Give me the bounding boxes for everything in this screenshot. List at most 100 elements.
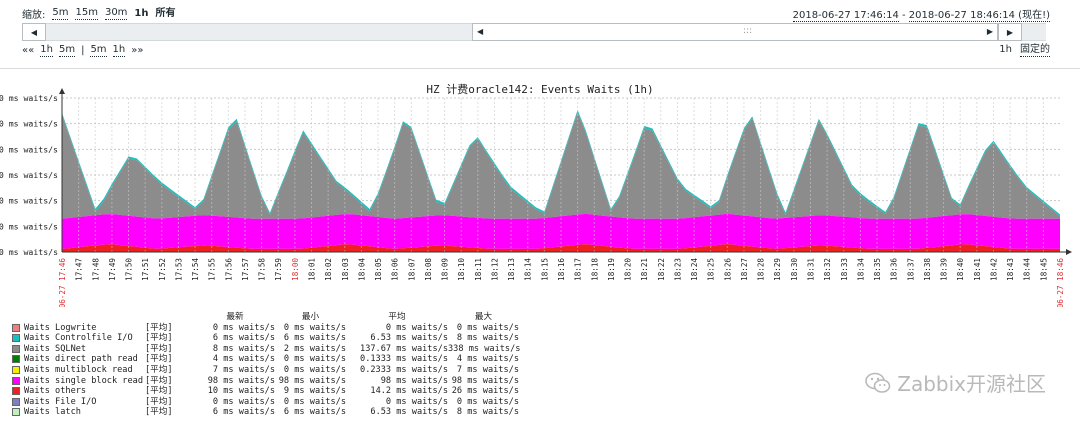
zoom-30m-link[interactable]: 30m bbox=[104, 7, 128, 20]
x-tick-label: 18:41 bbox=[973, 258, 982, 281]
y-tick-label: 00 ms waits/s bbox=[0, 196, 58, 206]
y-tick-label: 00 ms waits/s bbox=[0, 170, 58, 180]
step-separator: | bbox=[81, 45, 85, 56]
x-tick-label: 18:18 bbox=[590, 258, 599, 281]
period-step-links: «« 1h 5m | 5m 1h »» bbox=[22, 44, 144, 57]
legend-item-name: Waits Logwrite bbox=[24, 322, 97, 333]
legend-item-avg: 137.67 ms waits/s bbox=[360, 343, 448, 354]
legend-color-swatch bbox=[12, 323, 20, 332]
legend-header-row: 最新 最小 平均 最大 bbox=[12, 312, 519, 323]
scroll-right-button[interactable]: ▶ bbox=[998, 23, 1022, 41]
x-axis-arrow-icon bbox=[1066, 249, 1072, 255]
timeline-scrollbar-thumb[interactable]: ◀ ::: ▶ bbox=[472, 23, 998, 41]
x-tick-label: 18:04 bbox=[357, 258, 366, 281]
fixed-period-link[interactable]: 固定的 bbox=[1020, 44, 1050, 57]
x-tick-label: 18:34 bbox=[856, 258, 865, 281]
legend-item-min: 98 ms waits/s bbox=[278, 375, 346, 386]
legend-item-avg: 6.53 ms waits/s bbox=[370, 407, 448, 418]
legend-item-function: [平均] bbox=[145, 333, 173, 344]
legend-item-function: [平均] bbox=[145, 364, 173, 375]
legend-header-last: 最新 bbox=[226, 312, 244, 322]
legend-header-avg: 平均 bbox=[388, 312, 406, 322]
period-range: 2018-06-27 17:46:14 - 2018-06-27 18:46:1… bbox=[792, 6, 1050, 22]
x-tick-label: 18:17 bbox=[574, 258, 583, 281]
x-tick-label: 18:11 bbox=[474, 258, 483, 281]
triangle-right-icon: ▶ bbox=[1006, 27, 1014, 37]
legend-color-swatch bbox=[12, 334, 20, 343]
zoom-1h-link[interactable]: 1h bbox=[134, 8, 148, 20]
legend-item-avg: 0.1333 ms waits/s bbox=[360, 354, 448, 365]
thumb-left-handle-icon[interactable]: ◀ bbox=[477, 27, 483, 36]
chart-svg: 0 ms waits/s 00 ms waits/s 00 ms waits/s 00… bbox=[0, 88, 1072, 307]
x-tick-label: 18:02 bbox=[324, 258, 333, 281]
step-back-1h-link[interactable]: 1h bbox=[40, 44, 53, 57]
legend-item-last: 0 ms waits/s bbox=[212, 322, 275, 333]
x-tick-label: 18:08 bbox=[424, 258, 433, 281]
legend-item-last: 6 ms waits/s bbox=[212, 333, 275, 344]
x-tick-label: 18:28 bbox=[757, 258, 766, 281]
legend-item-avg: 14.2 ms waits/s bbox=[370, 386, 448, 397]
period-to[interactable]: 2018-06-27 18:46:14 (现在!) bbox=[908, 10, 1050, 22]
x-tick-label: 18:24 bbox=[690, 258, 699, 281]
legend-color-swatch bbox=[12, 365, 20, 374]
x-tick-label: 18:32 bbox=[823, 258, 832, 281]
zoom-5m-link[interactable]: 5m bbox=[52, 7, 69, 20]
x-tick-label: 17:47 bbox=[75, 258, 84, 281]
x-tick-label: 18:23 bbox=[673, 258, 682, 281]
x-tick-label: 17:58 bbox=[258, 258, 267, 281]
legend-row: Waits Logwrite [平均] 0 ms waits/s 0 ms waits… bbox=[12, 323, 519, 334]
x-tick-label: 18:31 bbox=[807, 258, 816, 281]
x-tick-label: 18:40 bbox=[956, 258, 965, 281]
legend-item-name: Waits File I/O bbox=[24, 396, 97, 407]
legend-row: Waits multiblock read [平均] 7 ms waits/s 0 m… bbox=[12, 365, 519, 376]
legend-item-last: 98 ms waits/s bbox=[207, 375, 275, 386]
legend-item-min: 0 ms waits/s bbox=[283, 364, 346, 375]
legend-color-swatch bbox=[12, 387, 20, 396]
step-forward-1h-link[interactable]: 1h bbox=[112, 44, 126, 57]
legend-item-max: 8 ms waits/s bbox=[456, 333, 519, 344]
zoom-all-link[interactable]: 所有 bbox=[156, 8, 176, 20]
legend-item-min: 0 ms waits/s bbox=[283, 322, 346, 333]
legend-item-min: 6 ms waits/s bbox=[283, 407, 346, 418]
legend-item-last: 10 ms waits/s bbox=[207, 386, 275, 397]
legend-header-max: 最大 bbox=[474, 312, 493, 322]
step-forward-5m-link[interactable]: 5m bbox=[90, 44, 107, 57]
x-tick-label: 18:20 bbox=[624, 258, 633, 281]
x-tick-label: 18:43 bbox=[1006, 258, 1015, 281]
zoom-15m-link[interactable]: 15m bbox=[75, 7, 98, 20]
thumb-right-handle-icon[interactable]: ▶ bbox=[987, 27, 993, 36]
legend-item-name: Waits others bbox=[24, 386, 87, 397]
period-length: 1h 固定的 bbox=[999, 44, 1050, 57]
x-tick-label: 18:29 bbox=[773, 258, 782, 281]
x-tick-label: 18:27 bbox=[740, 258, 749, 281]
x-tick-label: 18:36 bbox=[890, 258, 899, 281]
panel-divider bbox=[0, 68, 1080, 69]
zoom-selector: 缩放: 5m 15m 30m 1h 所有 bbox=[22, 6, 176, 21]
scroll-left-button[interactable]: ◀ bbox=[22, 23, 46, 41]
x-end-label: 06-27 18:46 bbox=[1056, 258, 1065, 307]
x-tick-label: 18:15 bbox=[540, 258, 549, 281]
period-from[interactable]: 2018-06-27 17:46:14 bbox=[792, 10, 899, 22]
step-forward-all[interactable]: »» bbox=[131, 45, 143, 56]
watermark-text: Zabbix开源社区 bbox=[897, 372, 1046, 396]
zoom-label: 缩放: bbox=[22, 10, 46, 21]
x-tick-label: 18:14 bbox=[524, 258, 533, 281]
legend-color-swatch bbox=[12, 355, 20, 364]
x-tick-label: 18:16 bbox=[557, 258, 566, 281]
x-tick-label: 17:53 bbox=[174, 258, 183, 281]
x-tick-label: 17:57 bbox=[241, 258, 250, 281]
triangle-left-icon: ◀ bbox=[30, 27, 38, 37]
x-tick-label: 18:38 bbox=[923, 258, 932, 281]
x-tick-label: 18:26 bbox=[723, 258, 732, 281]
legend-item-last: 6 ms waits/s bbox=[212, 407, 275, 418]
x-tick-label: 17:49 bbox=[108, 258, 117, 281]
legend-item-function: [平均] bbox=[145, 396, 173, 407]
x-tick-label: 18:42 bbox=[989, 258, 998, 281]
legend-item-max: 98 ms waits/s bbox=[451, 375, 519, 386]
step-back-5m-link[interactable]: 5m bbox=[58, 44, 76, 57]
step-back-all[interactable]: «« bbox=[22, 45, 34, 56]
x-tick-label: 18:00 bbox=[291, 258, 300, 281]
period-dash: - bbox=[898, 10, 909, 21]
legend-item-avg: 0 ms waits/s bbox=[385, 396, 448, 407]
x-tick-label: 18:07 bbox=[407, 258, 416, 281]
